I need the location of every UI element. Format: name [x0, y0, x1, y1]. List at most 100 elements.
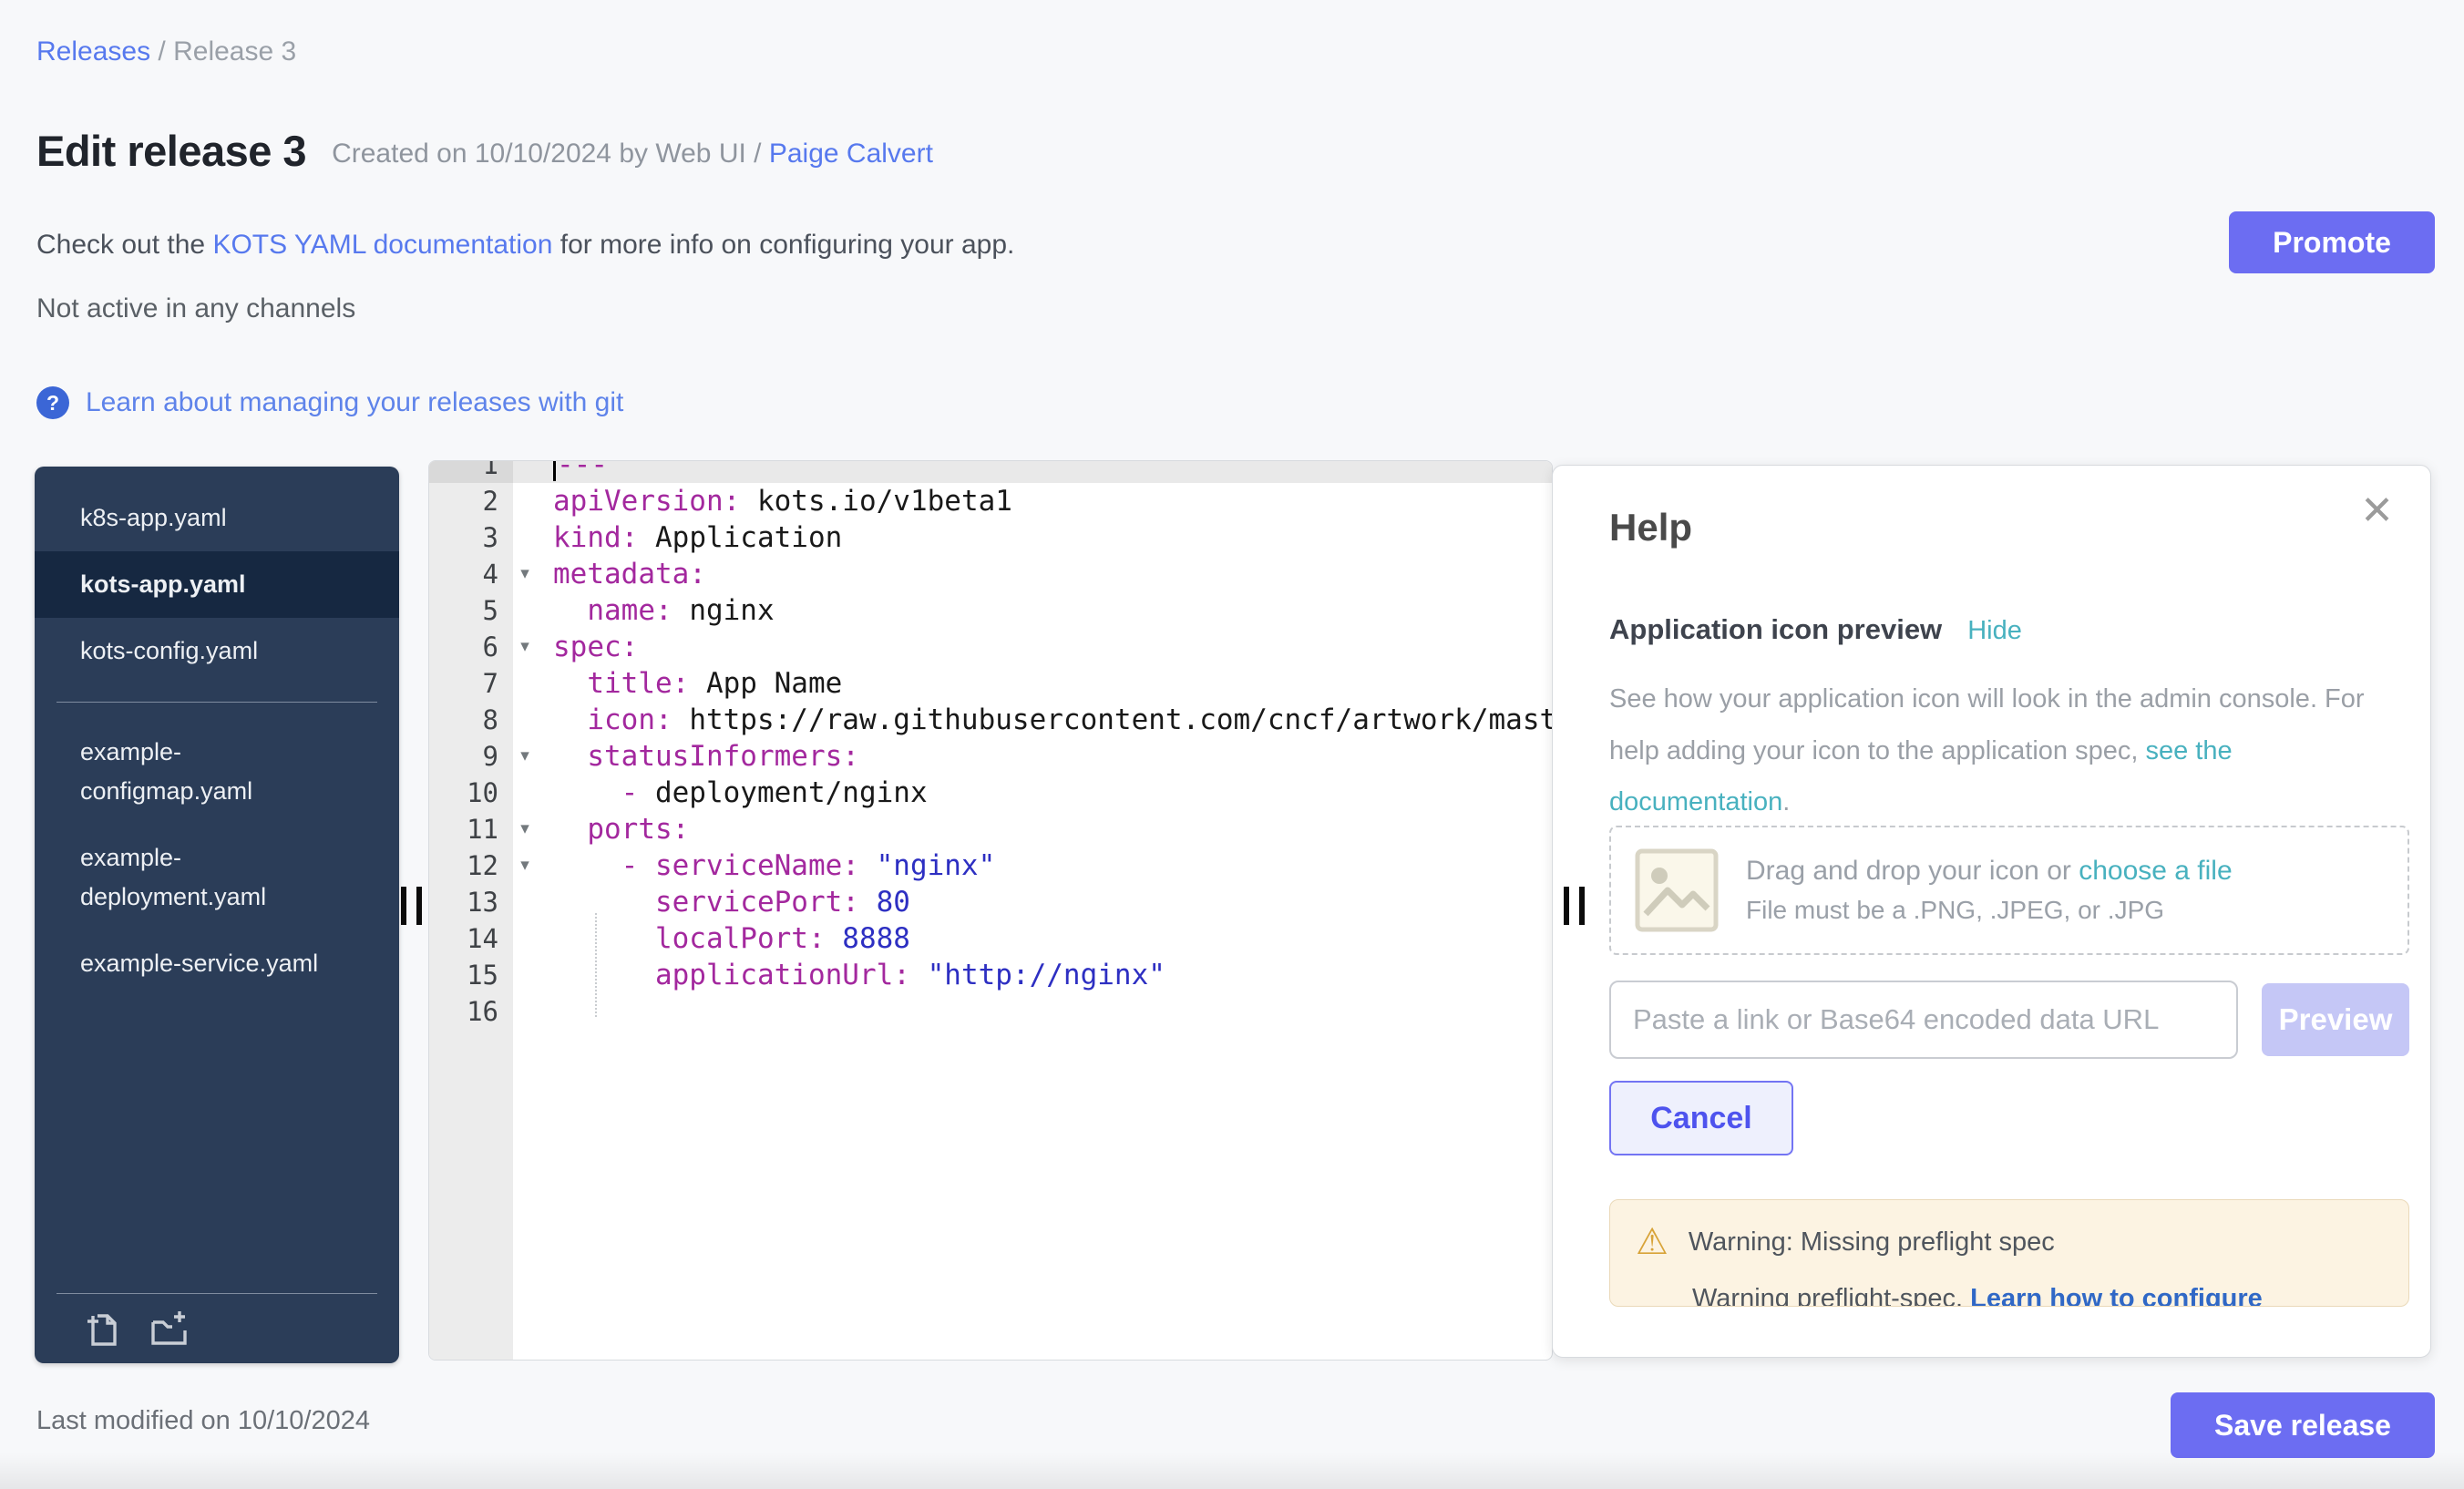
editor-resize-handle[interactable] [1564, 887, 1585, 925]
learn-configure-link[interactable]: Learn how to configure [1970, 1284, 2263, 1307]
warning-title: Warning: Missing preflight spec [1689, 1227, 2055, 1258]
code-text: apiVersion: kots.io/v1beta1 [537, 483, 1012, 519]
add-folder-icon[interactable] [146, 1309, 188, 1350]
last-modified-text: Last modified on 10/10/2024 [36, 1406, 370, 1436]
bottom-shade [0, 1453, 2464, 1489]
code-line[interactable]: 5 name: nginx [429, 592, 1552, 629]
fold-arrow-icon[interactable]: ▾ [513, 556, 537, 592]
code-text: title: App Name [537, 665, 842, 702]
code-line[interactable]: 2 apiVersion: kots.io/v1beta1 [429, 483, 1552, 519]
code-line[interactable]: 16 [429, 993, 1552, 1030]
add-file-icon[interactable] [80, 1309, 122, 1350]
line-number: 12 [429, 847, 513, 884]
yaml-code-editor[interactable]: 1 --- 2 apiVersion: kots.io/v1beta1 3 kind: A… [428, 460, 1553, 1361]
question-mark-icon: ? [36, 386, 69, 419]
fold-spacer [513, 920, 537, 957]
promote-button[interactable]: Promote [2229, 211, 2435, 273]
kots-docs-link[interactable]: KOTS YAML documentation [212, 230, 552, 260]
icon-dropzone[interactable]: Drag and drop your icon or choose a file… [1609, 826, 2409, 955]
line-number: 2 [429, 483, 513, 519]
git-releases-link[interactable]: Learn about managing your releases with … [86, 387, 623, 418]
line-number: 13 [429, 884, 513, 920]
hide-toggle-link[interactable]: Hide [1967, 616, 2022, 646]
code-text: spec: [537, 629, 638, 665]
line-number: 11 [429, 811, 513, 847]
line-number: 4 [429, 556, 513, 592]
code-line[interactable]: 6▾spec: [429, 629, 1552, 665]
file-tree-item[interactable]: kots-app.yaml [35, 551, 399, 618]
dropzone-text: Drag and drop your icon or [1746, 856, 2079, 886]
cancel-button[interactable]: Cancel [1609, 1081, 1793, 1155]
line-number: 1 [429, 460, 513, 483]
line-number: 10 [429, 775, 513, 811]
intro-after: for more info on configuring your app. [552, 230, 1014, 260]
page-title: Edit release 3 [36, 126, 306, 176]
code-line[interactable]: 12▾ - serviceName: "nginx" [429, 847, 1552, 884]
code-text: servicePort: 80 [537, 884, 910, 920]
fold-spacer [513, 702, 537, 738]
breadcrumb-releases-link[interactable]: Releases [36, 36, 150, 67]
code-line[interactable]: 15 applicationUrl: "http://nginx" [429, 957, 1552, 993]
preflight-warning-box: ⚠ Warning: Missing preflight spec Warnin… [1609, 1199, 2409, 1307]
code-line[interactable]: 1 --- [429, 460, 1552, 483]
code-line[interactable]: 9▾ statusInformers: [429, 738, 1552, 775]
fold-arrow-icon[interactable]: ▾ [513, 811, 537, 847]
fold-spacer [513, 519, 537, 556]
fold-spacer [513, 775, 537, 811]
file-tree-item[interactable]: k8s-app.yaml [35, 485, 399, 551]
code-text: ports: [537, 811, 689, 847]
fold-arrow-icon[interactable]: ▾ [513, 629, 537, 665]
release-meta: Created on 10/10/2024 by Web UI / Paige … [332, 139, 933, 176]
warning-icon: ⚠ [1636, 1224, 1668, 1260]
code-line[interactable]: 14 localPort: 8888 [429, 920, 1552, 957]
fold-spacer [513, 665, 537, 702]
line-number: 14 [429, 920, 513, 957]
choose-file-link[interactable]: choose a file [2079, 856, 2232, 886]
code-line[interactable]: 11▾ ports: [429, 811, 1552, 847]
line-number: 3 [429, 519, 513, 556]
code-line[interactable]: 4▾metadata: [429, 556, 1552, 592]
icon-preview-section-title: Application icon preview [1609, 613, 1942, 646]
code-text: --- [537, 460, 608, 483]
close-icon[interactable]: ✕ [2360, 488, 2394, 534]
line-number: 16 [429, 993, 513, 1030]
preview-button[interactable]: Preview [2262, 983, 2409, 1056]
file-tree-item[interactable]: example- configmap.yaml [35, 719, 399, 825]
file-tree-item[interactable]: example- deployment.yaml [35, 825, 399, 930]
icon-url-input[interactable] [1609, 981, 2238, 1059]
code-line[interactable]: 7 title: App Name [429, 665, 1552, 702]
file-tree-item[interactable]: example-service.yaml [35, 930, 399, 997]
code-line[interactable]: 10 - deployment/nginx [429, 775, 1552, 811]
file-tree-item[interactable]: kots-config.yaml [35, 618, 399, 684]
help-panel-title: Help [1609, 506, 1692, 549]
fold-arrow-icon[interactable]: ▾ [513, 847, 537, 884]
code-line[interactable]: 8 icon: https://raw.githubusercontent.co… [429, 702, 1552, 738]
code-text: - deployment/nginx [537, 775, 928, 811]
line-number: 6 [429, 629, 513, 665]
code-text: - serviceName: "nginx" [537, 847, 995, 884]
code-text: kind: Application [537, 519, 842, 556]
intro-before: Check out the [36, 230, 212, 260]
sidebar-bottom-divider [56, 1293, 377, 1294]
code-text: name: nginx [537, 592, 775, 629]
fold-arrow-icon[interactable]: ▾ [513, 738, 537, 775]
line-number: 15 [429, 957, 513, 993]
help-panel: ✕ Help Application icon preview Hide See… [1552, 465, 2431, 1358]
author-link[interactable]: Paige Calvert [769, 139, 933, 169]
code-line[interactable]: 13 servicePort: 80 [429, 884, 1552, 920]
save-release-button[interactable]: Save release [2171, 1392, 2435, 1458]
code-lines: 1 --- 2 apiVersion: kots.io/v1beta1 3 kind: A… [429, 460, 1552, 1030]
sidebar-resize-handle[interactable] [401, 887, 422, 925]
code-text: statusInformers: [537, 738, 859, 775]
line-number: 5 [429, 592, 513, 629]
code-text: metadata: [537, 556, 706, 592]
code-text [537, 993, 553, 1030]
sidebar-bottom [35, 1293, 399, 1363]
code-line[interactable]: 3 kind: Application [429, 519, 1552, 556]
file-group-1: k8s-app.yamlkots-app.yamlkots-config.yam… [35, 485, 399, 685]
text-cursor [553, 460, 556, 481]
warning-detail: Warning preflight-spec. [1692, 1284, 1970, 1307]
indent-guide [595, 913, 597, 1017]
line-number: 9 [429, 738, 513, 775]
line-number: 7 [429, 665, 513, 702]
